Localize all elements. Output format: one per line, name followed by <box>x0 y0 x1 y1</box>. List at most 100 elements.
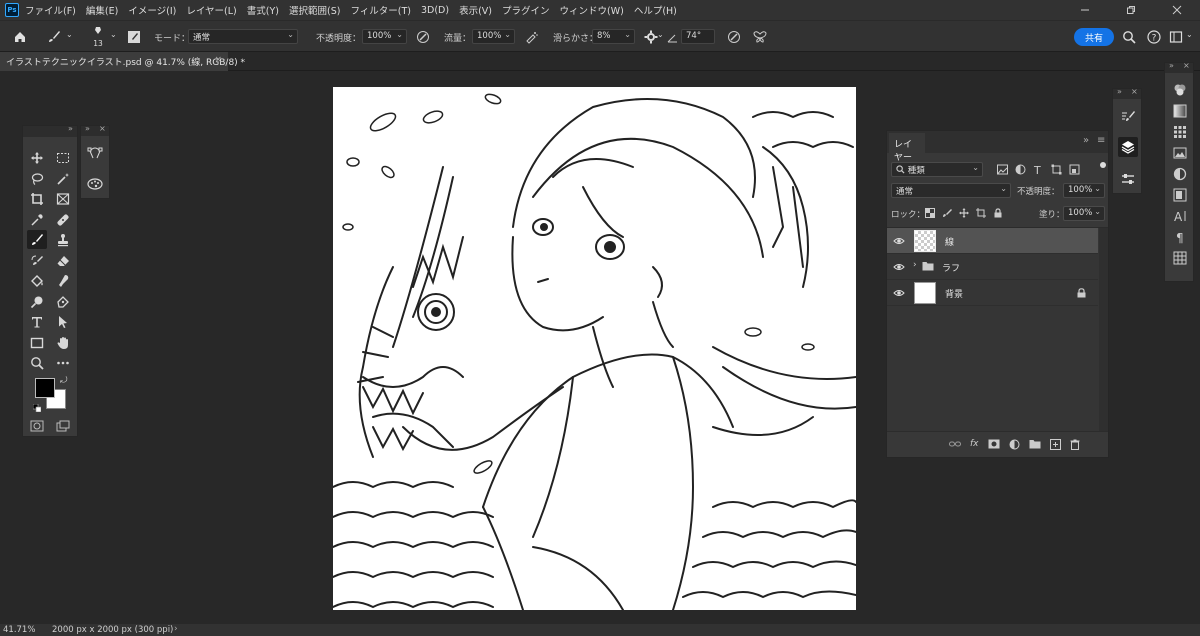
fill-field[interactable]: 100% ⌄ <box>1063 206 1105 221</box>
move-tool[interactable] <box>27 148 47 167</box>
home-button[interactable] <box>10 27 30 47</box>
menu-type[interactable]: 書式(Y) <box>247 3 279 17</box>
lasso-tool[interactable] <box>27 169 47 188</box>
brush-settings-panel-button[interactable] <box>1118 107 1138 127</box>
dock-header[interactable]: » × <box>1113 87 1141 99</box>
brush-preset-button[interactable] <box>44 27 64 47</box>
add-mask-icon[interactable] <box>988 439 1000 449</box>
pen-tool[interactable] <box>53 292 73 311</box>
shape-filter-icon[interactable] <box>1051 164 1062 175</box>
chevron-down-icon[interactable]: ⌄ <box>657 30 664 39</box>
swap-colors-icon[interactable]: ⤾ <box>60 376 68 386</box>
eye-icon[interactable] <box>893 261 905 273</box>
pressure-opacity-button[interactable] <box>413 27 433 47</box>
paint-bucket-tool[interactable] <box>27 271 47 290</box>
close-tab-button[interactable]: × <box>214 55 222 65</box>
toolbox-header[interactable]: » <box>23 124 77 137</box>
eyedropper-tool[interactable] <box>27 210 47 229</box>
chevron-down-icon[interactable]: ⌄ <box>66 30 73 39</box>
color-panel-button[interactable] <box>1170 80 1190 100</box>
menu-edit[interactable]: 編集(E) <box>86 3 118 17</box>
spot-healing-tool[interactable] <box>53 210 73 229</box>
zoom-level[interactable]: 41.71% <box>3 625 35 635</box>
mode-select[interactable]: 通常 ⌄ <box>188 29 298 44</box>
lock-pixels-icon[interactable] <box>942 208 952 218</box>
new-group-icon[interactable] <box>1029 439 1041 449</box>
collapse-icon[interactable]: » <box>1083 135 1089 146</box>
layer-list-scrollbar[interactable] <box>1099 228 1108 432</box>
path-selection-tool[interactable] <box>53 312 73 331</box>
default-colors-icon[interactable] <box>32 402 42 413</box>
link-layers-icon[interactable] <box>949 439 961 449</box>
menu-plugins[interactable]: プラグイン <box>502 3 550 17</box>
restore-button[interactable] <box>1108 0 1154 20</box>
smudge-tool[interactable] <box>53 271 73 290</box>
brush-tool[interactable] <box>27 230 47 249</box>
trash-icon[interactable] <box>1070 439 1080 450</box>
airbrush-button[interactable] <box>521 27 541 47</box>
brush-palette-tool[interactable] <box>85 174 105 193</box>
collapse-icon[interactable]: » <box>68 124 73 133</box>
dodge-tool[interactable] <box>27 292 47 311</box>
chevron-right-icon[interactable]: › <box>174 624 178 634</box>
collapse-icon[interactable]: » <box>85 124 90 133</box>
frame-tool[interactable] <box>53 189 73 208</box>
lock-position-icon[interactable] <box>959 208 969 218</box>
history-brush-tool[interactable] <box>27 251 47 270</box>
libraries-panel-button[interactable] <box>1170 143 1190 163</box>
menu-image[interactable]: イメージ(I) <box>128 3 176 17</box>
path-tool[interactable] <box>85 143 105 162</box>
lock-artboard-icon[interactable] <box>976 208 986 218</box>
blend-mode-select[interactable]: 通常 ⌄ <box>891 183 1011 198</box>
character-panel-button[interactable]: A <box>1170 206 1190 226</box>
angle-field[interactable]: 74° <box>681 29 715 44</box>
foreground-color-swatch-top[interactable] <box>35 378 55 398</box>
quick-mask-button[interactable] <box>27 416 47 435</box>
layer-filter-select[interactable]: 種類 ⌄ <box>891 162 983 177</box>
help-button[interactable]: ? <box>1144 27 1164 47</box>
paragraph-panel-button[interactable]: ¶ <box>1170 227 1190 247</box>
symmetry-button[interactable] <box>750 27 770 47</box>
menu-help[interactable]: ヘルプ(H) <box>634 3 677 17</box>
dock-header[interactable]: » × <box>1165 61 1193 73</box>
minimize-button[interactable] <box>1062 0 1108 20</box>
eraser-tool[interactable] <box>53 251 73 270</box>
gradients-panel-button[interactable] <box>1170 101 1190 121</box>
menu-window[interactable]: ウィンドウ(W) <box>560 3 624 17</box>
new-layer-icon[interactable] <box>1049 438 1061 450</box>
brush-size-picker[interactable]: 13 <box>87 25 109 49</box>
chevron-down-icon[interactable]: ⌄ <box>1186 30 1193 39</box>
layer-row-line[interactable]: 線 <box>887 228 1098 254</box>
eye-icon[interactable] <box>893 287 905 299</box>
marquee-tool[interactable] <box>53 148 73 167</box>
menu-select[interactable]: 選択範囲(S) <box>289 3 340 17</box>
rectangle-tool[interactable] <box>27 333 47 352</box>
magic-wand-tool[interactable] <box>53 169 73 188</box>
lock-transparent-icon[interactable] <box>925 208 935 218</box>
document-tab[interactable]: イラストテクニックイラスト.psd @ 41.7% (線, RGB/8) * × <box>0 52 245 71</box>
filter-toggle[interactable] <box>1100 162 1106 168</box>
type-filter-icon[interactable]: T <box>1033 164 1044 175</box>
document-canvas[interactable] <box>333 87 856 610</box>
hand-tool[interactable] <box>53 333 73 352</box>
menu-3d[interactable]: 3D(D) <box>421 5 449 16</box>
panel-menu-icon[interactable]: ≡ <box>1097 135 1105 146</box>
crop-tool[interactable] <box>27 189 47 208</box>
expand-icon[interactable]: » <box>1117 87 1122 96</box>
lock-all-icon[interactable] <box>993 208 1003 218</box>
layers-panel-button[interactable] <box>1118 137 1138 157</box>
smoothing-field[interactable]: 8% ⌄ <box>592 29 635 44</box>
adjustment-layer-icon[interactable] <box>1009 439 1020 450</box>
share-button[interactable]: 共有 <box>1074 28 1114 46</box>
chevron-right-icon[interactable]: › <box>913 260 917 270</box>
menu-file[interactable]: ファイル(F) <box>25 3 76 17</box>
clone-stamp-tool[interactable] <box>53 230 73 249</box>
smart-object-filter-icon[interactable] <box>1069 164 1080 175</box>
close-icon[interactable]: × <box>99 124 106 133</box>
screen-mode-button[interactable] <box>53 416 73 435</box>
menu-layer[interactable]: レイヤー(L) <box>186 3 236 17</box>
layer-opacity-field[interactable]: 100% ⌄ <box>1063 183 1105 198</box>
close-icon[interactable]: × <box>1183 61 1190 70</box>
layer-row-rough-group[interactable]: › ラフ <box>887 254 1098 280</box>
search-button[interactable] <box>1119 27 1139 47</box>
